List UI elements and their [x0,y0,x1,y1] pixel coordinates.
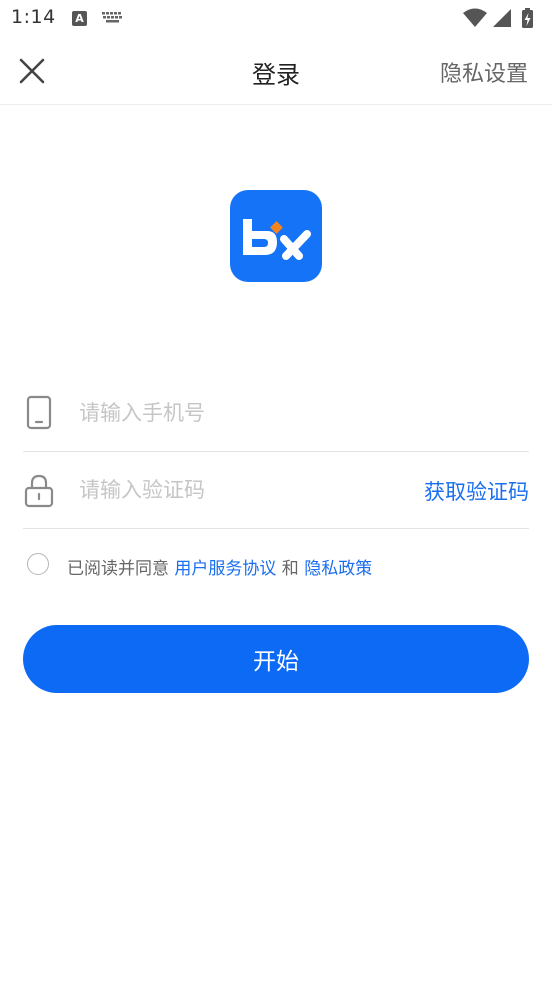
privacy-policy-link[interactable]: 隐私政策 [304,559,372,579]
code-input[interactable] [79,470,399,510]
start-button[interactable]: 开始 [23,625,529,693]
header: 登录 隐私设置 [0,38,552,105]
phone-icon [26,395,52,430]
code-field-row: 获取验证码 [23,452,529,529]
phone-field-row [23,375,529,452]
keyboard-icon [102,12,122,23]
wifi-icon [463,8,487,27]
status-icons [463,8,533,28]
agreement-and: 和 [276,559,305,579]
status-bar: 1:14 A [0,0,552,38]
app-logo-bx-icon [243,219,311,260]
notification-a-icon: A [72,11,87,26]
battery-charging-icon [522,8,533,28]
close-icon[interactable] [14,53,50,89]
status-time: 1:14 [11,6,56,28]
agreement-checkbox[interactable] [27,553,49,575]
get-code-button[interactable]: 获取验证码 [424,476,529,506]
agreement-row: 已阅读并同意 用户服务协议 和 隐私政策 [27,553,527,579]
cell-signal-icon [493,9,511,27]
lock-icon [24,474,54,508]
privacy-settings-link[interactable]: 隐私设置 [440,56,528,88]
phone-input[interactable] [79,393,519,433]
user-agreement-link[interactable]: 用户服务协议 [174,559,276,579]
agreement-prefix: 已阅读并同意 [67,559,175,579]
app-logo [230,190,322,282]
agreement-text: 已阅读并同意 用户服务协议 和 隐私政策 [67,554,372,579]
